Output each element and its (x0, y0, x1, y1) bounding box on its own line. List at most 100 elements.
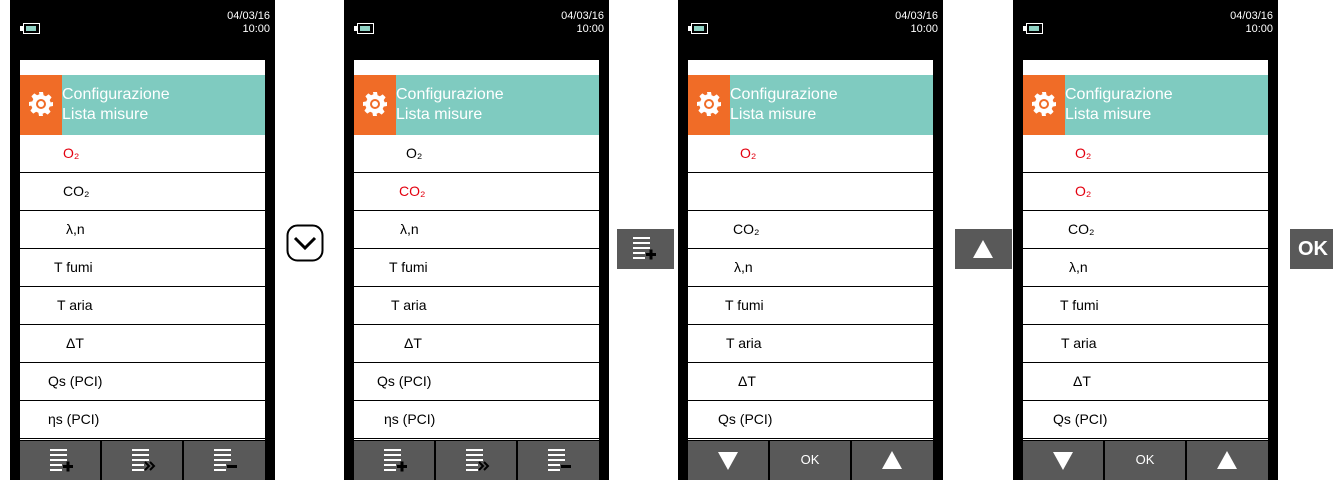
arrow-up-icon (882, 451, 902, 469)
measure-label: CO₂ (63, 183, 90, 199)
step-up-button (955, 229, 1012, 269)
device-screen-4: 04/03/16 10:00 Configurazione Lista misure… (1013, 0, 1278, 480)
date-text: 04/03/16 (561, 10, 604, 22)
add-measure-button[interactable] (354, 441, 435, 480)
remove-measure-button[interactable] (184, 441, 265, 480)
header-title: Configurazione (730, 86, 838, 103)
step-ok-button: OK (1290, 229, 1333, 269)
measure-row[interactable]: CO₂ (20, 173, 265, 211)
measure-row[interactable]: O₂ (1023, 173, 1268, 211)
measure-row[interactable]: λ,n (354, 211, 599, 249)
date-text: 04/03/16 (227, 10, 270, 22)
header-title: Configurazione (396, 86, 504, 103)
measure-row[interactable]: T fumi (688, 287, 933, 325)
time-text: 10:00 (910, 23, 938, 35)
measure-row-empty[interactable] (688, 173, 933, 211)
measure-row[interactable]: T aria (354, 287, 599, 325)
battery-icon (20, 23, 40, 34)
measure-row[interactable]: T aria (20, 287, 265, 325)
menu-header: Configurazione Lista misure (354, 75, 599, 135)
battery-icon (354, 23, 374, 34)
measure-label: ηs (PCI) (48, 411, 100, 427)
device-screen-2: 04/03/16 10:00 Configurazione Lista misure… (344, 0, 609, 480)
time-text: 10:00 (242, 23, 270, 35)
add-measure-button[interactable] (20, 441, 101, 480)
measure-label: λ,n (66, 221, 85, 237)
arrow-down-icon (1053, 452, 1073, 470)
measure-row[interactable]: CO₂ (688, 211, 933, 249)
remove-measure-icon (214, 449, 237, 471)
measure-label: O₂ (406, 145, 423, 161)
measure-row[interactable]: T fumi (1023, 287, 1268, 325)
menu-header: Configurazione Lista misure (688, 75, 933, 135)
measure-row[interactable]: O₂ (354, 135, 599, 173)
measure-row[interactable]: ΔT (1023, 363, 1268, 401)
measure-row[interactable]: Qs (PCI) (688, 401, 933, 439)
measure-row[interactable]: λ,n (688, 249, 933, 287)
measure-row[interactable]: O₂ (688, 135, 933, 173)
measure-row[interactable]: λ,n (20, 211, 265, 249)
measure-label: T fumi (54, 259, 93, 275)
move-measure-button[interactable] (102, 441, 183, 480)
measure-row[interactable]: T aria (688, 325, 933, 363)
gear-icon (688, 75, 730, 135)
time-text: 10:00 (576, 23, 604, 35)
measure-row[interactable]: ΔT (20, 325, 265, 363)
measure-row[interactable]: λ,n (1023, 249, 1268, 287)
measure-label: T aria (726, 335, 762, 351)
step-add-button (617, 229, 674, 269)
move-measure-button[interactable] (436, 441, 517, 480)
measure-row[interactable]: T fumi (20, 249, 265, 287)
measure-label: λ,n (734, 259, 753, 275)
datetime: 04/03/16 10:00 (1230, 10, 1273, 36)
device-screen-3: 04/03/16 10:00 Configurazione Lista misure… (678, 0, 943, 480)
arrow-down-icon (718, 452, 738, 470)
measure-label: O₂ (63, 145, 80, 161)
measure-row[interactable]: O₂ (1023, 135, 1268, 173)
ok-button[interactable]: OK (1105, 441, 1186, 480)
header-subtitle: Lista misure (396, 106, 483, 123)
ok-button[interactable]: OK (770, 441, 851, 480)
battery-icon (688, 23, 708, 34)
softkey-bar: OK (1023, 441, 1268, 480)
measure-row[interactable]: ηs (PCI) (354, 401, 599, 439)
battery-icon (1023, 23, 1043, 34)
gear-icon (1023, 75, 1065, 135)
measure-row[interactable]: O₂ (20, 135, 265, 173)
measure-row[interactable]: CO₂ (1023, 211, 1268, 249)
measure-row[interactable]: Qs (PCI) (1023, 401, 1268, 439)
add-measure-icon (384, 449, 407, 472)
add-measure-icon (50, 449, 73, 472)
datetime: 04/03/16 10:00 (895, 10, 938, 36)
measure-row[interactable]: T fumi (354, 249, 599, 287)
measure-row[interactable]: Qs (PCI) (354, 363, 599, 401)
measure-label: CO₂ (733, 221, 760, 237)
move-measure-icon (466, 449, 490, 471)
menu-header: Configurazione Lista misure (1023, 75, 1268, 135)
header-subtitle: Lista misure (730, 106, 817, 123)
measure-label: ΔT (404, 335, 422, 351)
measure-row[interactable]: CO₂ (354, 173, 599, 211)
measure-label: T aria (391, 297, 427, 313)
measure-row[interactable]: Qs (PCI) (20, 363, 265, 401)
measure-row[interactable]: T aria (1023, 325, 1268, 363)
header-subtitle: Lista misure (1065, 106, 1152, 123)
measure-label: ΔT (1073, 373, 1091, 389)
measure-row[interactable]: ηs (PCI) (20, 401, 265, 439)
up-button[interactable] (1187, 441, 1268, 480)
up-button[interactable] (852, 441, 933, 480)
remove-measure-button[interactable] (518, 441, 599, 480)
screen-content: Configurazione Lista misure O₂ CO₂ λ,n T … (20, 60, 265, 440)
measure-row[interactable]: ΔT (688, 363, 933, 401)
measure-row[interactable]: ΔT (354, 325, 599, 363)
header-title: Configurazione (1065, 86, 1173, 103)
softkey-bar (354, 441, 599, 480)
measure-label: ΔT (66, 335, 84, 351)
measure-label: T aria (1061, 335, 1097, 351)
step-ok-label: OK (1298, 238, 1328, 260)
down-button[interactable] (1023, 441, 1104, 480)
measure-label: O₂ (1075, 183, 1092, 199)
remove-measure-icon (548, 449, 571, 471)
down-button[interactable] (688, 441, 769, 480)
screen-content: Configurazione Lista misure O₂ O₂ CO₂ λ,n… (1023, 60, 1268, 440)
